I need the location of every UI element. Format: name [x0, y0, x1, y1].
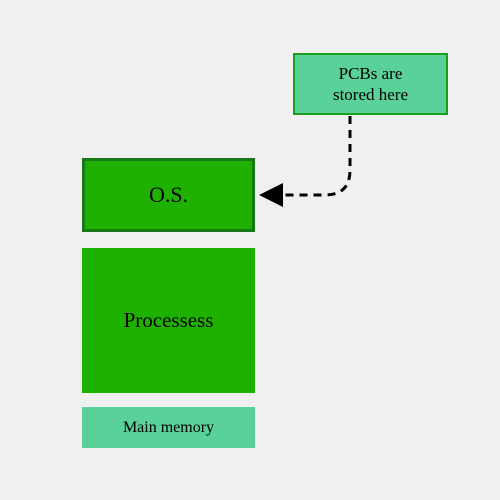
os-label: O.S.	[149, 182, 188, 208]
processes-box: Processess	[82, 248, 255, 393]
pcb-callout-box: PCBs arestored here	[293, 53, 448, 115]
main-memory-label: Main memory	[123, 419, 214, 437]
pcb-callout-text: PCBs arestored here	[333, 63, 408, 106]
os-box: O.S.	[82, 158, 255, 232]
processes-label: Processess	[124, 308, 214, 333]
main-memory-box: Main memory	[82, 407, 255, 448]
